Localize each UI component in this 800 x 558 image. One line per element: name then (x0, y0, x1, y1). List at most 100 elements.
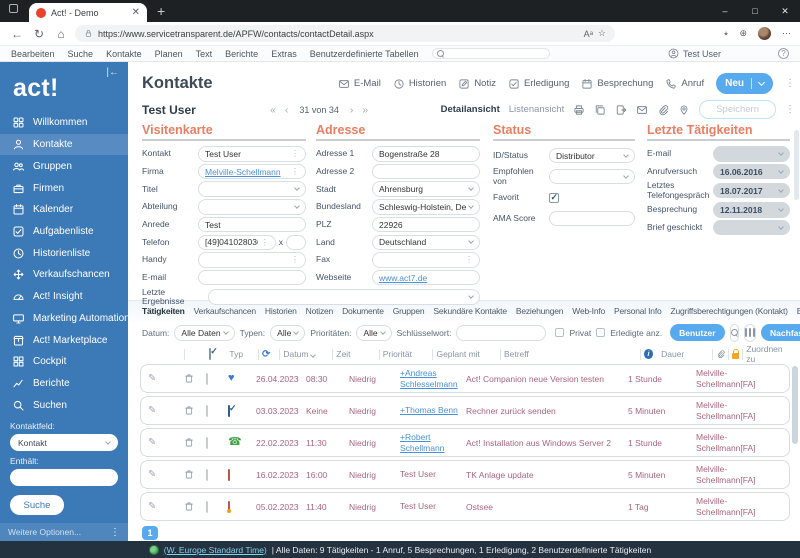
firma-field[interactable]: Melville-Schellmann⋮ (198, 164, 306, 180)
user-menu[interactable]: Test User (668, 48, 721, 59)
url-bar[interactable]: https://www.servicetransparent.de/APFW/c… (75, 25, 615, 42)
trash-icon[interactable] (183, 404, 195, 416)
favorit-checkbox[interactable] (549, 193, 559, 203)
row-checkbox[interactable] (206, 469, 208, 481)
telefon-ext-field[interactable] (286, 235, 306, 251)
paperclip-icon[interactable] (657, 104, 669, 116)
column-dauer[interactable]: Dauer (653, 349, 709, 359)
sidebar-search-button[interactable]: Suche (10, 495, 64, 515)
id-status-select[interactable]: Distributor (549, 148, 635, 164)
column-datum[interactable]: Datum (283, 349, 329, 359)
handy-field[interactable]: ⋮ (198, 252, 306, 268)
save-button[interactable]: Speichern (699, 100, 776, 119)
abteilung-select[interactable] (198, 199, 306, 215)
menu-search-input[interactable] (432, 48, 550, 59)
kebab-icon[interactable]: ⋮ (465, 255, 473, 264)
trash-icon[interactable] (183, 500, 195, 512)
sidebar-item-verkaufschancen[interactable]: Verkaufschancen (0, 264, 128, 286)
empfohlen-von-select[interactable] (549, 169, 635, 185)
browser-tab[interactable]: Act! - Demo ✕ (29, 3, 147, 22)
activity-row[interactable]: ✎ 03.03.2023 Keine Niedrig +Thomas Benn … (140, 396, 790, 425)
tab-web-info[interactable]: Web-Info (572, 306, 605, 316)
new-tab-button[interactable]: + (157, 3, 165, 19)
activity-row[interactable]: ✎ 16.02.2023 16:00 Niedrig Test User TK … (140, 460, 790, 489)
kebab-icon[interactable]: ⋮ (291, 149, 299, 158)
timezone-link[interactable]: (W. Europe Standard Time) (164, 545, 267, 555)
activity-row[interactable]: ✎ ☎ 22.02.2023 11:30 Niedrig +Robert Sch… (140, 428, 790, 457)
sidebar-item-willkommen[interactable]: Willkommen (0, 112, 128, 134)
fax-field[interactable]: ⋮ (372, 252, 480, 268)
ama-score-field[interactable] (549, 211, 635, 227)
menu-bearbeiten[interactable]: Bearbeiten (11, 49, 55, 59)
browser-menu-icon[interactable]: ⋯ (782, 28, 791, 39)
activity-row[interactable]: ✎ ♥ 26.04.2023 08:30 Niedrig +Andreas Sc… (140, 364, 790, 393)
lock-icon[interactable] (732, 353, 739, 359)
paperclip-icon[interactable] (716, 349, 725, 359)
menu-suche[interactable]: Suche (68, 49, 94, 59)
contact-field-select[interactable]: Kontakt (10, 434, 118, 451)
prioritaeten-select[interactable]: Alle (356, 325, 391, 341)
schluesselwort-input[interactable] (456, 325, 546, 341)
sidebar-item-gruppen[interactable]: Gruppen (0, 155, 128, 177)
sidebar-item-berichte[interactable]: Berichte (0, 373, 128, 395)
refresh-icon[interactable]: ↻ (31, 27, 47, 41)
edit-pencil-icon[interactable]: ✎ (148, 405, 156, 416)
typen-select[interactable]: Alle (270, 325, 305, 341)
map-pin-icon[interactable] (678, 104, 690, 116)
adresse2-field[interactable] (372, 164, 480, 180)
besprechung-select[interactable]: 12.11.2018 (713, 202, 790, 218)
privat-checkbox[interactable] (555, 328, 564, 337)
kebab-icon[interactable]: ⋮ (110, 527, 120, 538)
sidebar-item-suchen[interactable]: Suchen (0, 394, 128, 416)
firma-link[interactable]: Melville-Schellmann (205, 167, 288, 177)
tab-verkaufschancen[interactable]: Verkaufschancen (194, 306, 256, 316)
kebab-icon[interactable]: ⋮ (291, 167, 299, 176)
column-typ[interactable]: Typ (229, 349, 255, 359)
menu-kontakte[interactable]: Kontakte (106, 49, 142, 59)
telefongespraech-select[interactable]: 18.07.2017 (713, 183, 790, 199)
land-select[interactable]: Deutschland (372, 235, 480, 251)
table-search-button[interactable] (730, 324, 739, 342)
row-checkbox[interactable] (206, 501, 208, 513)
anruf-action[interactable]: Anruf (665, 78, 704, 90)
page-1-button[interactable]: 1 (142, 526, 158, 540)
favorite-icon[interactable]: ☆ (598, 28, 606, 39)
envelope-icon[interactable] (636, 104, 648, 116)
scrollbar-thumb[interactable] (792, 366, 798, 444)
activity-row[interactable]: ✎ 05.02.2023 11:40 Niedrig Test User Ost… (140, 492, 790, 521)
column-prioritaet[interactable]: Priorität (383, 349, 430, 359)
edit-pencil-icon[interactable]: ✎ (148, 437, 156, 448)
printer-icon[interactable] (573, 104, 585, 116)
columns-button[interactable] (744, 324, 757, 342)
adresse1-field[interactable]: Bogenstraße 28 (372, 146, 480, 162)
erledigte-checkbox[interactable] (596, 328, 605, 337)
row-checkbox[interactable] (206, 373, 208, 385)
sidebar-collapse-icon[interactable]: |← (106, 67, 119, 78)
trash-icon[interactable] (183, 436, 195, 448)
titel-select[interactable] (198, 181, 306, 197)
sidebar-item-firmen[interactable]: Firmen (0, 177, 128, 199)
menu-extras[interactable]: Extras (271, 49, 297, 59)
browser-profile-avatar[interactable] (758, 27, 771, 40)
plz-field[interactable]: 22926 (372, 217, 480, 233)
refresh-icon[interactable]: ⟳ (262, 349, 270, 360)
tab-beziehungen[interactable]: Beziehungen (516, 306, 563, 316)
sidebar-item-cockpit[interactable]: Cockpit (0, 351, 128, 373)
geplant-mit-link[interactable]: +Thomas Benn (400, 405, 458, 415)
edit-pencil-icon[interactable]: ✎ (148, 501, 156, 512)
menu-benutzerdefinierte-tabellen[interactable]: Benutzerdefinierte Tabellen (310, 49, 419, 59)
contains-input[interactable] (10, 469, 118, 486)
read-aloud-icon[interactable]: Aᵃ (584, 29, 593, 39)
sidebar-item-kalender[interactable]: Kalender (0, 199, 128, 221)
stadt-select[interactable]: Ahrensburg (372, 181, 480, 197)
last-record-icon[interactable]: » (362, 104, 368, 116)
besprechung-action[interactable]: Besprechung (581, 78, 653, 90)
window-close-icon[interactable]: ✕ (770, 0, 800, 22)
tab-zugriffsberechtigungen[interactable]: Zugriffsberechtigungen (Kontakt) (671, 306, 788, 316)
sidebar-item-act-marketplace[interactable]: Act! Marketplace (0, 329, 128, 351)
detail-view-toggle[interactable]: Detailansicht (441, 104, 500, 115)
tab-notizen[interactable]: Notizen (306, 306, 333, 316)
copy-icon[interactable] (594, 104, 606, 116)
tab-close-icon[interactable]: ✕ (132, 7, 140, 18)
notiz-action[interactable]: Notiz (458, 78, 496, 90)
